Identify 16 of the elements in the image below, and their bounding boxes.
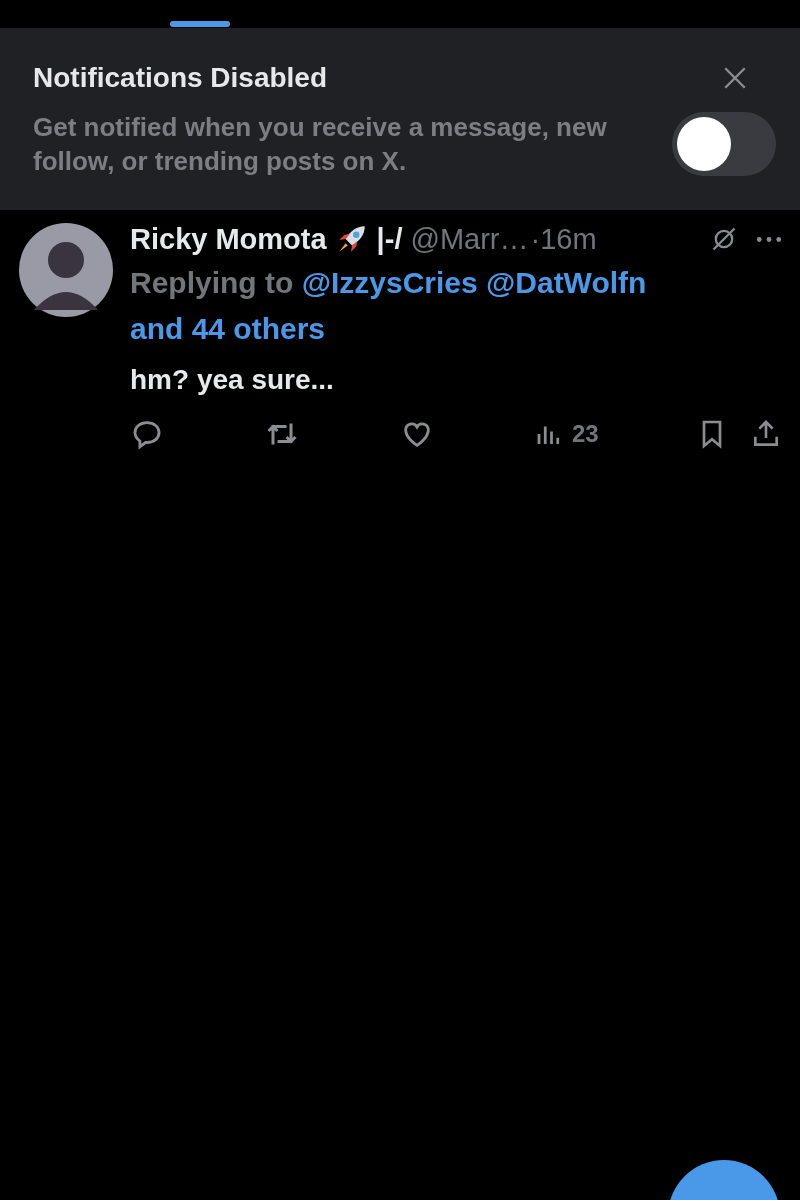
post-time: ·16m [530, 222, 597, 256]
author-name[interactable]: Ricky Momota [130, 222, 327, 256]
banner-message: Get notified when you receive a message, new follow, or trending posts on X. [33, 111, 608, 178]
avatar[interactable] [18, 222, 114, 318]
name-suffix: |-/ [376, 222, 403, 256]
author-handle[interactable]: @Marr… [410, 222, 529, 256]
close-icon[interactable] [722, 65, 748, 91]
slashed-circle-icon[interactable] [710, 225, 738, 253]
banner-title: Notifications Disabled [33, 62, 328, 94]
view-count: 23 [572, 420, 599, 448]
replying-to-line: Replying to @IzzysCries @DatWolfn and 44 others [130, 265, 648, 347]
mention-link[interactable]: @IzzysCries [301, 266, 478, 299]
mention-link[interactable]: @DatWolfn [486, 266, 647, 299]
post-text: hm? yea sure... [130, 363, 335, 397]
mention-link[interactable]: and 44 others [130, 312, 326, 345]
more-icon[interactable] [756, 234, 782, 244]
